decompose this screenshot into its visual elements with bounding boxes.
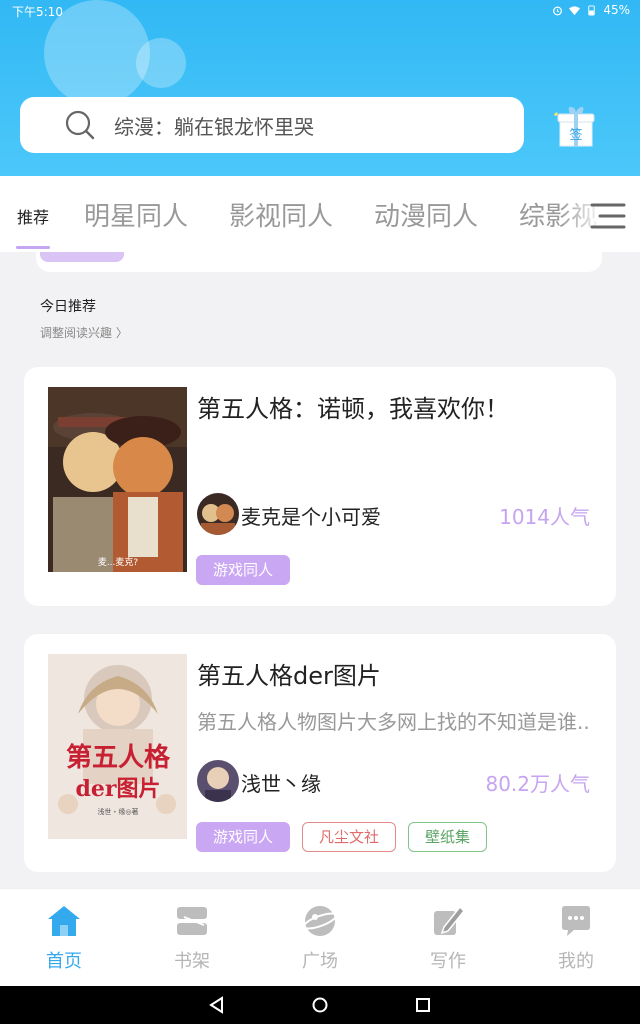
book-card[interactable]: 麦...麦克? 第五人格：诺顿，我喜欢你！ 麦克是个小可爱 1014人气 游戏同… xyxy=(24,367,616,606)
cover-title: 第五人格 xyxy=(66,742,171,773)
nav-label: 书架 xyxy=(174,951,210,972)
tag-list: 游戏同人 凡尘文社 壁纸集 xyxy=(196,822,488,852)
nav-bookshelf[interactable]: 书架 xyxy=(152,903,232,973)
plaza-icon xyxy=(302,906,338,936)
nav-label: 广场 xyxy=(302,951,338,972)
profile-icon xyxy=(562,906,590,936)
nav-profile[interactable]: 我的 xyxy=(536,903,616,973)
write-icon xyxy=(434,905,466,935)
sign-in-gift-icon[interactable]: 签 xyxy=(552,102,598,148)
nav-write[interactable]: 写作 xyxy=(408,903,488,973)
nav-label: 写作 xyxy=(430,951,466,972)
tag-game-fanfic[interactable]: 游戏同人 xyxy=(196,822,291,852)
recents-icon[interactable] xyxy=(414,996,432,1014)
wifi-icon xyxy=(569,5,581,15)
tab-film-fanfic[interactable]: 影视同人 xyxy=(229,196,333,233)
author-name[interactable]: 浅世丶缘 xyxy=(241,768,321,797)
alarm-icon xyxy=(553,6,563,15)
search-placeholder: 综漫：躺在银龙怀里哭 xyxy=(114,114,314,139)
book-cover: 麦...麦克? xyxy=(48,387,187,572)
battery-icon xyxy=(588,4,596,16)
bookshelf-icon xyxy=(177,907,207,935)
status-time: 下午5:10 xyxy=(12,5,63,19)
battery-percent: 45% xyxy=(603,3,630,17)
adjust-interest-link[interactable]: 调整阅读兴趣 〉 xyxy=(40,324,128,341)
tab-recommend[interactable]: 推荐 xyxy=(17,204,49,228)
decor-bubble xyxy=(136,38,186,88)
nav-label: 首页 xyxy=(46,951,82,972)
category-tabs: 推荐 明星同人 影视同人 动漫同人 综影视 xyxy=(0,176,640,252)
search-icon xyxy=(65,110,95,140)
menu-icon[interactable] xyxy=(590,200,626,232)
status-icons: 45% xyxy=(552,3,630,17)
avatar xyxy=(197,760,239,802)
tab-star-fanfic[interactable]: 明星同人 xyxy=(84,196,188,233)
search-bar[interactable]: 综漫：躺在银龙怀里哭 xyxy=(20,97,524,153)
tab-indicator xyxy=(16,246,50,249)
home-icon xyxy=(48,906,80,936)
nav-home[interactable]: 首页 xyxy=(24,903,104,973)
tab-anime-fanfic[interactable]: 动漫同人 xyxy=(374,196,478,233)
back-icon[interactable] xyxy=(208,996,226,1014)
nav-label: 我的 xyxy=(558,951,594,972)
popularity-count: 1014人气 xyxy=(499,505,590,529)
cover-subtitle: der图片 xyxy=(76,776,161,802)
author-name[interactable]: 麦克是个小可爱 xyxy=(241,501,381,530)
nav-plaza[interactable]: 广场 xyxy=(280,903,360,973)
tag-wallpaper[interactable]: 壁纸集 xyxy=(408,822,488,852)
header: 下午5:10 45% 综漫：躺在银龙怀里哭 签 xyxy=(0,0,640,176)
bottom-nav: 首页 书架 广场 写作 我的 xyxy=(0,888,640,986)
avatar xyxy=(197,493,239,535)
book-card[interactable]: 第五人格 der图片 浅世・缘◎著 第五人格der图片 第五人格人物图片大多网上… xyxy=(24,634,616,872)
sign-label: 签 xyxy=(569,127,582,143)
system-nav-bar xyxy=(0,986,640,1024)
book-title[interactable]: 第五人格：诺顿，我喜欢你！ xyxy=(197,389,509,424)
book-description: 第五人格人物图片大多网上找的不知道是谁.. xyxy=(197,710,590,734)
tag-list: 游戏同人 xyxy=(196,555,291,585)
status-bar: 下午5:10 45% xyxy=(0,0,640,20)
home-button-icon[interactable] xyxy=(311,996,329,1014)
section-title: 今日推荐 xyxy=(40,299,96,315)
book-title[interactable]: 第五人格der图片 xyxy=(197,656,381,691)
tag-fanchen-club[interactable]: 凡尘文社 xyxy=(302,822,397,852)
cover-author: 浅世・缘◎著 xyxy=(97,807,138,816)
previous-card-tag-edge xyxy=(40,252,124,262)
tag-game-fanfic[interactable]: 游戏同人 xyxy=(196,555,291,585)
cover-caption: 麦...麦克? xyxy=(98,556,139,568)
popularity-count: 80.2万人气 xyxy=(485,772,590,796)
book-cover: 第五人格 der图片 浅世・缘◎著 xyxy=(48,654,187,839)
